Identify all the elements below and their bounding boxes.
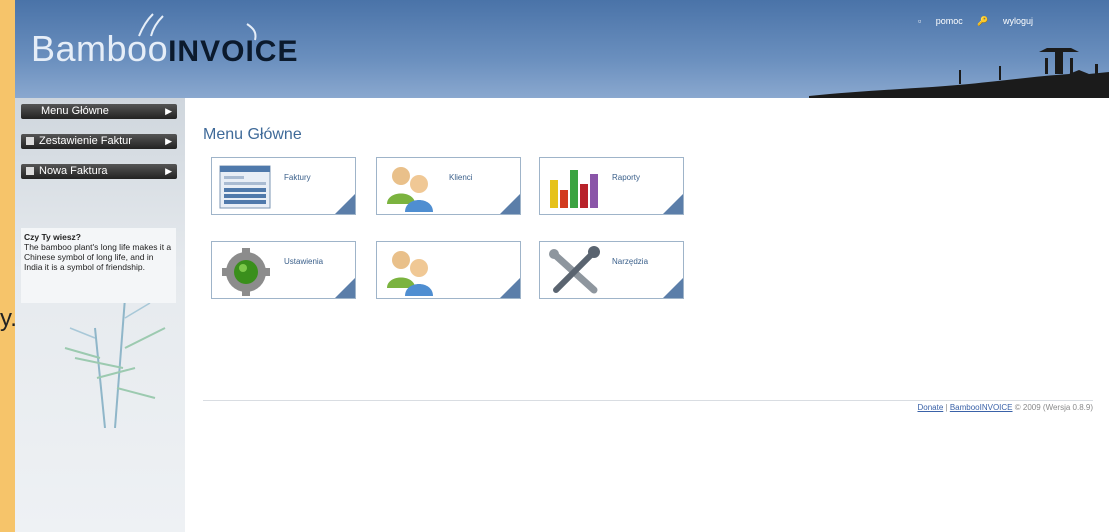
chevron-right-icon: ▶	[165, 106, 172, 116]
sidebar: Menu Główne ▶ Zestawienie Faktur ▶ Nowa …	[15, 98, 185, 532]
footer: Donate | BambooINVOICE © 2009 (Wersja 0.…	[917, 403, 1093, 412]
reports-icon	[550, 170, 598, 208]
footer-brand-link[interactable]: BambooINVOICE	[950, 403, 1013, 412]
tile-label: Ustawienia	[284, 257, 324, 266]
tile-corner	[500, 278, 520, 298]
square-bullet-icon	[26, 137, 34, 145]
tile-clients[interactable]: Klienci	[376, 157, 521, 215]
tile-corner	[663, 278, 683, 298]
sidebar-item-label: Zestawienie Faktur	[39, 135, 132, 147]
pagoda-skyline-image	[809, 48, 1109, 98]
tip-box: Czy Ty wiesz? The bamboo plant's long li…	[21, 228, 176, 303]
square-bullet-icon	[26, 167, 34, 175]
tools-icon	[549, 246, 600, 294]
stray-text: y.	[0, 305, 17, 332]
footer-separator: |	[945, 403, 948, 412]
tip-title: Czy Ty wiesz?	[24, 232, 81, 242]
app-logo[interactable]: BambooINVOICE	[31, 28, 298, 70]
sidebar-item-label: Menu Główne	[41, 105, 109, 117]
footer-divider	[203, 400, 1093, 401]
sidebar-item-main-menu[interactable]: Menu Główne ▶	[21, 104, 177, 119]
app-frame: BambooINVOICE ▫ pomoc 🔑 wyloguj Menu Głó…	[15, 0, 1109, 532]
logo-text-bold: INVOICE	[168, 35, 299, 68]
tile-label: Faktury	[284, 173, 311, 182]
page-title: Menu Główne	[203, 126, 302, 143]
tile-label: Narzędzia	[612, 257, 649, 266]
header: BambooINVOICE ▫ pomoc 🔑 wyloguj	[15, 0, 1109, 98]
sidebar-item-new-invoice[interactable]: Nowa Faktura ▶	[21, 164, 177, 179]
bamboo-plant-image	[64, 297, 166, 428]
tile-settings[interactable]: Ustawienia	[211, 241, 356, 299]
tile-users[interactable]	[376, 241, 521, 299]
tile-reports[interactable]: Raporty	[539, 157, 684, 215]
tile-label: Raporty	[612, 173, 641, 182]
chevron-right-icon: ▶	[165, 166, 172, 176]
tile-corner	[663, 194, 683, 214]
help-link[interactable]: ▫ pomoc	[918, 16, 963, 26]
tile-corner	[335, 194, 355, 214]
sidebar-item-invoice-list[interactable]: Zestawienie Faktur ▶	[21, 134, 177, 149]
donate-link[interactable]: Donate	[917, 403, 943, 412]
chevron-right-icon: ▶	[165, 136, 172, 146]
invoice-icon	[219, 165, 271, 209]
logout-link[interactable]: 🔑 wyloguj	[977, 16, 1033, 26]
tile-corner	[335, 278, 355, 298]
tile-label: Klienci	[449, 173, 473, 182]
tile-tools[interactable]: Narzędzia	[539, 241, 684, 299]
top-links: ▫ pomoc 🔑 wyloguj	[906, 16, 1033, 27]
tile-corner	[500, 194, 520, 214]
clients-icon	[387, 167, 433, 212]
sidebar-item-label: Nowa Faktura	[39, 165, 108, 177]
tile-invoices[interactable]: Faktury	[211, 157, 356, 215]
logo-text-light: Bamboo	[31, 28, 169, 69]
settings-gear-icon	[222, 248, 270, 296]
tip-text: The bamboo plant's long life makes it a …	[24, 242, 172, 272]
users-icon	[387, 251, 433, 296]
footer-copyright: © 2009 (Wersja 0.8.9)	[1014, 403, 1093, 412]
